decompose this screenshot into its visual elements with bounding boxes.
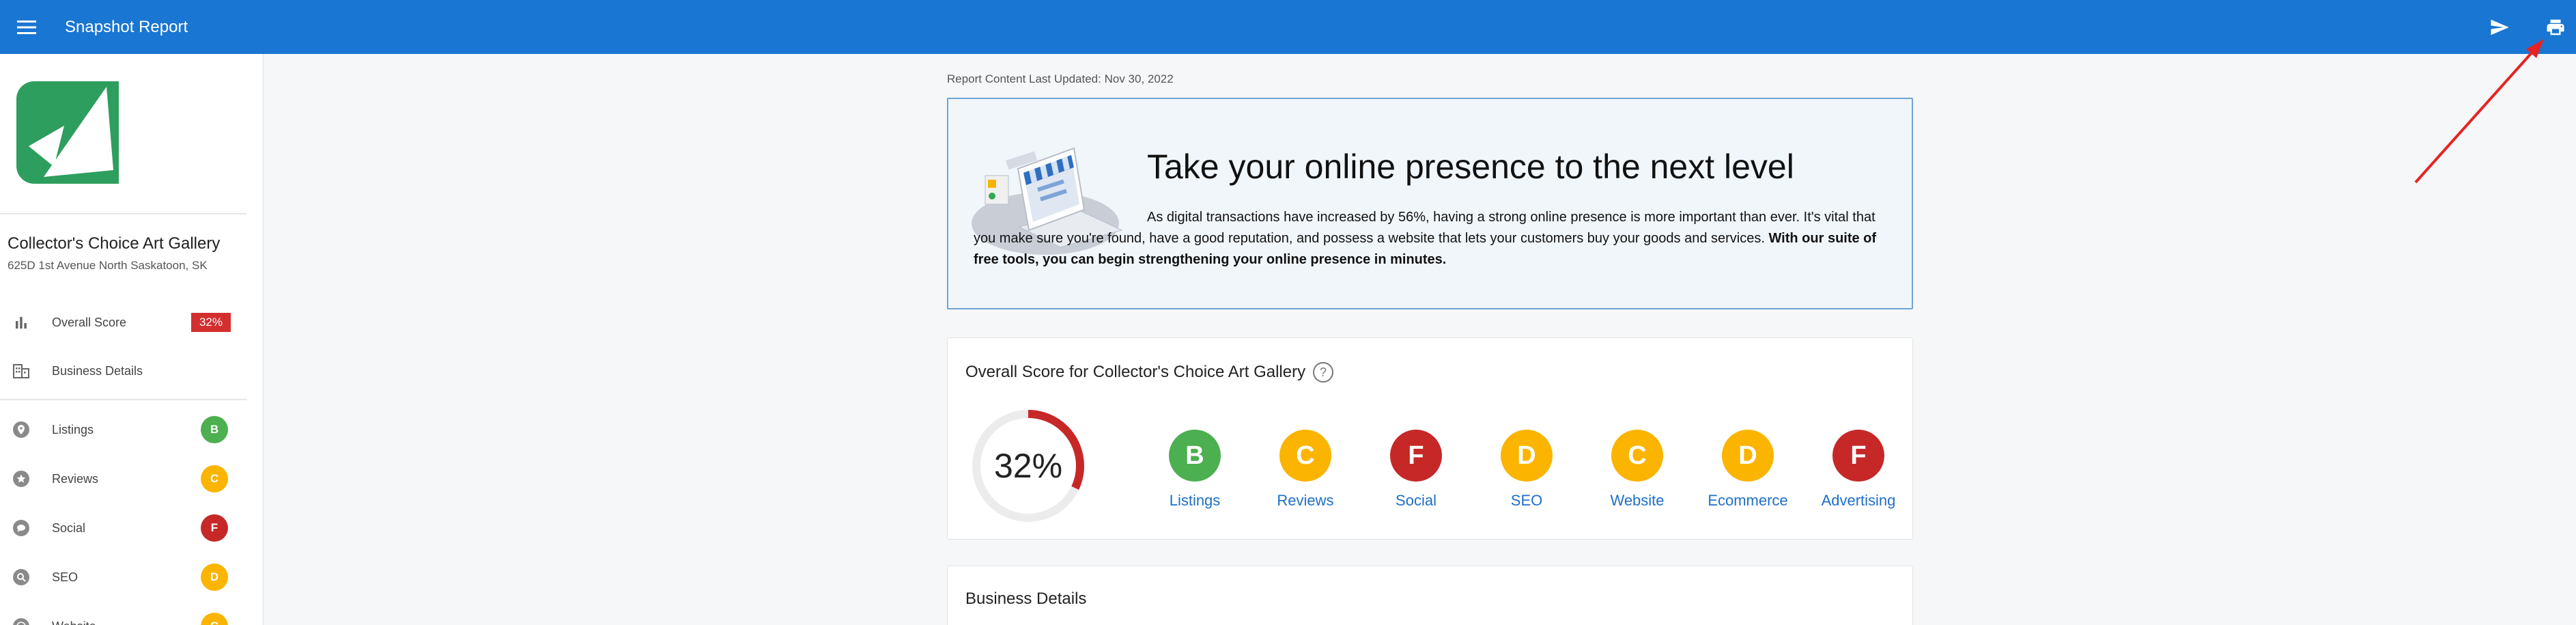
grade-circle: B [1169, 430, 1221, 482]
grade-ecommerce[interactable]: D Ecommerce [1700, 430, 1796, 510]
promo-body: As digital transactions have increased b… [974, 207, 1895, 270]
business-details-title: Business Details [965, 589, 1087, 608]
grade-badge: F [201, 514, 228, 542]
grade-badge: D [201, 564, 228, 591]
grade-circle: C [1611, 430, 1663, 482]
grade-label: Social [1396, 492, 1436, 509]
bar-chart-icon [12, 313, 31, 332]
overall-score-percent: 32% [993, 447, 1063, 485]
grade-social[interactable]: F Social [1368, 430, 1464, 510]
sidebar-item-seo[interactable]: SEO D [0, 557, 247, 598]
sidebar-item-label: Social [52, 520, 86, 535]
overall-score-title-text: Overall Score for Collector's Choice Art… [965, 363, 1306, 381]
sidebar-item-label: Listings [52, 422, 94, 436]
sidebar-item-label: Business Details [52, 363, 143, 378]
grade-label: Reviews [1277, 492, 1334, 509]
overall-score-badge: 32% [190, 313, 231, 332]
menu-button[interactable] [12, 12, 42, 42]
sidebar-item-listings[interactable]: Listings B [0, 409, 247, 450]
sidebar-item-social[interactable]: Social F [0, 508, 247, 548]
sidebar-item-reviews[interactable]: Reviews C [0, 458, 247, 499]
sidebar-item-label: Website [52, 620, 201, 625]
sidebar-item-label: Overall Score [52, 315, 127, 329]
grade-website[interactable]: C Website [1589, 430, 1685, 510]
business-logo [16, 81, 119, 184]
sidebar-item-label: SEO [52, 570, 79, 584]
promo-banner: Take your online presence to the next le… [947, 98, 1913, 309]
business-address: 625D 1st Avenue North Saskatoon, SK [8, 259, 208, 272]
sidebar-item-website[interactable]: Website C [0, 606, 247, 625]
globe-icon [12, 617, 31, 625]
promo-title: Take your online presence to the next le… [1147, 148, 1794, 186]
print-icon [2547, 19, 2564, 35]
chat-bubble-icon [12, 518, 31, 538]
grade-label: SEO [1510, 492, 1543, 509]
grade-circle: D [1501, 430, 1553, 482]
grade-circle: C [1279, 430, 1331, 482]
search-icon [12, 568, 31, 587]
last-updated-text: Report Content Last Updated: Nov 30, 202… [947, 72, 1174, 85]
business-details-card: Business Details [947, 566, 1913, 625]
grade-badge: C [201, 613, 228, 625]
grade-reviews[interactable]: C Reviews [1258, 430, 1353, 510]
logo-area [0, 54, 246, 214]
top-app-bar: Snapshot Report [0, 0, 2576, 54]
grade-seo[interactable]: D SEO [1479, 430, 1574, 510]
sidebar-divider [0, 399, 247, 400]
svg-text:?: ? [1320, 365, 1327, 379]
grade-label: Ecommerce [1708, 492, 1788, 509]
send-icon [2491, 19, 2509, 35]
grade-circle: D [1722, 430, 1774, 482]
grade-circle: F [1832, 430, 1884, 482]
building-icon [12, 361, 31, 380]
sidebar: Collector's Choice Art Gallery 625D 1st … [0, 54, 264, 625]
grade-advertising[interactable]: F Advertising [1811, 430, 1906, 510]
grade-label: Advertising [1821, 492, 1896, 509]
grade-badge: C [201, 465, 228, 492]
star-icon [12, 469, 31, 488]
grade-circle: F [1390, 430, 1442, 482]
overall-score-title: Overall Score for Collector's Choice Art… [965, 361, 1334, 383]
hamburger-menu-icon [17, 20, 36, 34]
location-pin-icon [12, 420, 31, 439]
overall-score-card: Overall Score for Collector's Choice Art… [947, 337, 1913, 540]
app-title: Snapshot Report [65, 17, 188, 36]
help-icon[interactable]: ? [1312, 361, 1334, 383]
annotation-arrow [2414, 39, 2544, 184]
grade-label: Website [1610, 492, 1665, 509]
sidebar-item-overall-score[interactable]: Overall Score 32% [0, 302, 247, 343]
grade-listings[interactable]: B Listings [1147, 430, 1243, 510]
grade-label: Listings [1169, 492, 1221, 509]
grade-badge: B [201, 416, 228, 443]
sidebar-item-label: Reviews [52, 471, 99, 486]
sidebar-item-business-details[interactable]: Business Details [0, 350, 247, 391]
business-name: Collector's Choice Art Gallery [8, 234, 221, 253]
promo-body-text: As digital transactions have increased b… [974, 210, 1876, 246]
